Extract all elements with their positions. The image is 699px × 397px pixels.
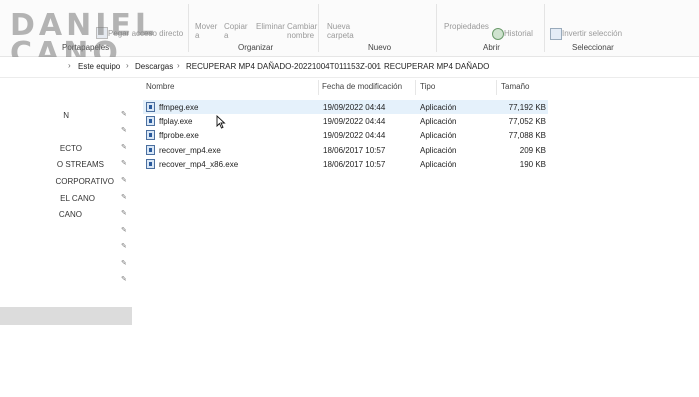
- history-button[interactable]: Historial: [504, 29, 533, 38]
- executable-icon: [146, 130, 155, 140]
- file-date: 19/09/2022 04:44: [323, 103, 386, 112]
- history-icon: [492, 28, 504, 40]
- pin-icon: ✎: [121, 276, 127, 283]
- file-row[interactable]: recover_mp4.exe 18/06/2017 10:57 Aplicac…: [143, 143, 548, 157]
- chevron-right-icon: ›: [126, 61, 129, 70]
- file-size: 209 KB: [519, 146, 546, 155]
- copy-to-button[interactable]: Copiar a: [224, 22, 248, 40]
- file-row[interactable]: ffprobe.exe 19/09/2022 04:44 Aplicación …: [143, 128, 548, 142]
- move-to-button[interactable]: Mover a: [195, 22, 217, 40]
- nav-item[interactable]: O STREAMS: [0, 158, 104, 172]
- executable-icon: [146, 159, 155, 169]
- file-type: Aplicación: [420, 146, 457, 155]
- rename-button[interactable]: Cambiar nombre: [287, 22, 319, 40]
- ribbon-divider: [436, 4, 437, 52]
- pin-icon: ✎: [121, 243, 127, 250]
- pin-icon: ✎: [121, 227, 127, 234]
- pin-icon: ✎: [121, 177, 127, 184]
- ribbon-divider: [318, 4, 319, 52]
- file-size: 77,052 KB: [508, 117, 546, 126]
- executable-icon: [146, 116, 155, 126]
- executable-icon: [146, 102, 155, 112]
- delete-button[interactable]: Eliminar: [256, 22, 285, 31]
- nav-item-selected[interactable]: [0, 307, 132, 325]
- file-size: 77,192 KB: [508, 103, 546, 112]
- file-date: 19/09/2022 04:44: [323, 131, 386, 140]
- navigation-pane: N ✎ ✎ ECTO ✎ O STREAMS ✎ CORPORATIVO ✎ E…: [0, 78, 135, 397]
- file-name: ffplay.exe: [159, 117, 193, 126]
- nav-item-label: N: [63, 111, 69, 120]
- file-date: 18/06/2017 10:57: [323, 160, 386, 169]
- nav-item[interactable]: N: [0, 109, 69, 123]
- mouse-cursor-icon: [216, 115, 226, 129]
- file-name: ffmpeg.exe: [159, 103, 199, 112]
- file-type: Aplicación: [420, 117, 457, 126]
- breadcrumb-this-pc[interactable]: Este equipo: [78, 62, 120, 71]
- pin-icon: ✎: [121, 144, 127, 151]
- chevron-right-icon: ›: [375, 61, 378, 70]
- pin-icon: ✎: [121, 210, 127, 217]
- address-bar[interactable]: › Este equipo › Descargas › RECUPERAR MP…: [0, 57, 699, 78]
- pin-icon: ✎: [121, 160, 127, 167]
- breadcrumb-current-folder[interactable]: RECUPERAR MP4 DAÑADO: [384, 62, 489, 71]
- pin-icon: ✎: [121, 260, 127, 267]
- file-type: Aplicación: [420, 103, 457, 112]
- file-size: 77,088 KB: [508, 131, 546, 140]
- file-size: 190 KB: [519, 160, 546, 169]
- invert-selection-button[interactable]: Invertir selección: [562, 29, 622, 38]
- pin-icon: ✎: [121, 111, 127, 118]
- nav-item-label: CORPORATIVO: [55, 177, 114, 186]
- properties-button[interactable]: Propiedades: [444, 22, 489, 31]
- column-divider[interactable]: [318, 80, 319, 95]
- nav-item[interactable]: ECTO: [0, 142, 82, 156]
- nav-item-label: EL CANO: [60, 194, 95, 203]
- file-row[interactable]: ffplay.exe 19/09/2022 04:44 Aplicación 7…: [143, 114, 548, 128]
- nav-item-label: CANO: [58, 210, 82, 219]
- column-header-date[interactable]: Fecha de modificación: [322, 82, 402, 91]
- nav-item[interactable]: CANO: [0, 208, 82, 222]
- file-type: Aplicación: [420, 160, 457, 169]
- nav-item-label: O STREAMS: [56, 160, 104, 169]
- file-name: recover_mp4.exe: [159, 146, 221, 155]
- ribbon-divider: [188, 4, 189, 52]
- column-divider[interactable]: [415, 80, 416, 95]
- chevron-right-icon: ›: [68, 61, 71, 70]
- group-open-label: Abrir: [483, 43, 500, 52]
- file-name: ffprobe.exe: [159, 131, 199, 140]
- new-folder-button[interactable]: Nueva carpeta: [327, 22, 357, 40]
- pin-icon: ✎: [121, 127, 127, 134]
- executable-icon: [146, 145, 155, 155]
- column-header-size[interactable]: Tamaño: [501, 82, 529, 91]
- nav-item[interactable]: CORPORATIVO: [0, 175, 114, 189]
- breadcrumb-parent-folder[interactable]: RECUPERAR MP4 DAÑADO-20221004T011153Z-00…: [186, 62, 381, 71]
- file-name: recover_mp4_x86.exe: [159, 160, 239, 169]
- group-select-label: Seleccionar: [572, 43, 614, 52]
- file-type: Aplicación: [420, 131, 457, 140]
- column-header-name[interactable]: Nombre: [146, 82, 174, 91]
- breadcrumb-downloads[interactable]: Descargas: [135, 62, 173, 71]
- group-new-label: Nuevo: [368, 43, 392, 52]
- file-row[interactable]: recover_mp4_x86.exe 18/06/2017 10:57 Apl…: [143, 157, 548, 171]
- column-divider[interactable]: [496, 80, 497, 95]
- nav-item-label: ECTO: [59, 144, 82, 153]
- file-row[interactable]: ffmpeg.exe 19/09/2022 04:44 Aplicación 7…: [143, 100, 548, 114]
- file-date: 18/06/2017 10:57: [323, 146, 386, 155]
- ribbon-divider: [544, 4, 545, 52]
- chevron-right-icon: ›: [177, 61, 180, 70]
- group-organize-label: Organizar: [238, 43, 274, 52]
- invert-selection-icon: [550, 28, 562, 40]
- file-date: 19/09/2022 04:44: [323, 117, 386, 126]
- pin-icon: ✎: [121, 194, 127, 201]
- column-header-type[interactable]: Tipo: [420, 82, 435, 91]
- nav-item[interactable]: EL CANO: [0, 192, 95, 206]
